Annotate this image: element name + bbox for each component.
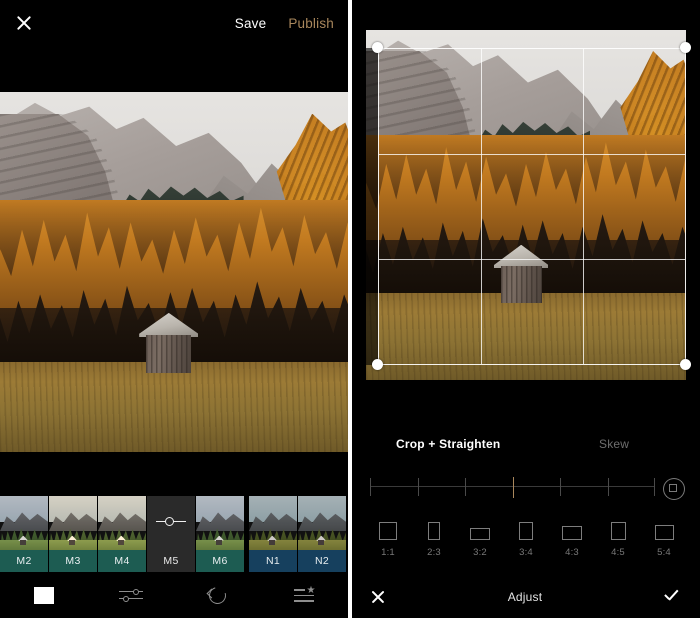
aspect-ratio-4-5[interactable]: 4:5 bbox=[598, 522, 638, 558]
ratio-box-icon bbox=[655, 525, 674, 540]
barn-roof bbox=[494, 245, 548, 269]
ruler-tick bbox=[370, 478, 371, 496]
slider-icon[interactable] bbox=[156, 517, 186, 527]
barn bbox=[139, 315, 198, 373]
list-star-icon: ★ bbox=[294, 587, 316, 603]
crop-photo[interactable] bbox=[366, 30, 686, 380]
ruler-tick bbox=[465, 478, 466, 496]
aspect-ratio-4-3[interactable]: 4:3 bbox=[552, 522, 592, 558]
filter-thumb-m6[interactable]: M6 bbox=[196, 496, 244, 572]
tab-skew[interactable]: Skew bbox=[599, 437, 629, 451]
top-bar: Save Publish bbox=[0, 0, 348, 46]
rotate-flip-icon[interactable] bbox=[662, 477, 684, 499]
bottom-toolbar: ★ bbox=[0, 572, 348, 618]
ratio-box-icon bbox=[428, 522, 440, 540]
aspect-ratio-3-2[interactable]: 3:2 bbox=[460, 522, 500, 558]
crop-bottom-bar: Adjust bbox=[352, 576, 700, 618]
undo-circle-icon bbox=[207, 585, 228, 606]
meadow-texture bbox=[0, 362, 348, 452]
ratio-label: 4:3 bbox=[565, 547, 579, 558]
filter-filmstrip[interactable]: M2 M3 M4 M5 bbox=[0, 496, 348, 572]
filter-thumb-label: M3 bbox=[49, 550, 97, 572]
filter-thumb-label: M5 bbox=[147, 550, 195, 572]
ratio-box-icon bbox=[519, 522, 533, 540]
ratio-label: 4:5 bbox=[611, 547, 625, 558]
crop-handle-top-left[interactable] bbox=[372, 42, 383, 53]
aspect-ratio-2-3[interactable]: 2:3 bbox=[414, 522, 454, 558]
ruler-tick bbox=[418, 478, 419, 496]
filter-thumb-label: M4 bbox=[98, 550, 146, 572]
close-icon[interactable] bbox=[14, 13, 34, 33]
filter-thumb-m4[interactable]: M4 bbox=[98, 496, 146, 572]
filter-thumb-label: M2 bbox=[0, 550, 48, 572]
filter-thumb-n1[interactable]: N1 bbox=[249, 496, 297, 572]
filter-thumb-label: M6 bbox=[196, 550, 244, 572]
crop-handle-bottom-right[interactable] bbox=[680, 359, 691, 370]
filter-thumb-n2[interactable]: N2 bbox=[298, 496, 346, 572]
filled-square-icon bbox=[34, 587, 54, 604]
cancel-button[interactable] bbox=[370, 589, 386, 605]
left-screen: Save Publish bbox=[0, 0, 348, 618]
ratio-label: 3:4 bbox=[519, 547, 533, 558]
ratio-label: 1:1 bbox=[381, 547, 395, 558]
tab-crop-straighten[interactable]: Crop + Straighten bbox=[396, 437, 500, 451]
save-button[interactable]: Save bbox=[235, 16, 267, 31]
barn bbox=[494, 247, 548, 303]
filter-thumb-label: N1 bbox=[249, 550, 297, 572]
crop-handle-bottom-left[interactable] bbox=[372, 359, 383, 370]
ratio-box-icon bbox=[562, 526, 582, 540]
panel-title: Adjust bbox=[508, 590, 543, 604]
aspect-ratio-3-4[interactable]: 3:4 bbox=[506, 522, 546, 558]
dual-screenshot-container: Save Publish bbox=[0, 0, 700, 618]
toolbar-favorites-button[interactable]: ★ bbox=[261, 572, 348, 618]
barn-roof bbox=[139, 313, 198, 337]
crop-stage[interactable] bbox=[352, 0, 700, 418]
aspect-ratio-5-4[interactable]: 5:4 bbox=[644, 522, 684, 558]
crop-handle-top-right[interactable] bbox=[680, 42, 691, 53]
publish-button[interactable]: Publish bbox=[288, 16, 334, 31]
barn-body bbox=[146, 335, 191, 373]
crop-dim-overlay bbox=[366, 48, 378, 365]
photo-scene bbox=[366, 30, 686, 380]
toolbar-presets-button[interactable] bbox=[0, 572, 87, 618]
aspect-ratio-1-1[interactable]: 1:1 bbox=[368, 522, 408, 558]
filter-thumb-m5-selected[interactable]: M5 bbox=[147, 496, 195, 572]
right-screen: Crop + Straighten Skew 1:1 bbox=[352, 0, 700, 618]
photo-scene bbox=[0, 92, 348, 452]
barn-body bbox=[501, 266, 542, 303]
confirm-button[interactable] bbox=[664, 589, 682, 605]
toolbar-adjust-button[interactable] bbox=[87, 572, 174, 618]
ratio-box-icon bbox=[470, 528, 490, 540]
ratio-box-icon bbox=[611, 522, 626, 540]
photo-preview[interactable] bbox=[0, 92, 348, 452]
ruler-tick bbox=[608, 478, 609, 496]
ratio-label: 5:4 bbox=[657, 547, 671, 558]
sliders-icon bbox=[119, 587, 143, 603]
crop-mode-tabs: Crop + Straighten Skew bbox=[352, 426, 700, 462]
ruler-tick bbox=[654, 478, 655, 496]
topbar-actions: Save Publish bbox=[235, 0, 334, 46]
ratio-label: 2:3 bbox=[427, 547, 441, 558]
ruler-tick-center bbox=[513, 477, 515, 498]
toolbar-history-button[interactable] bbox=[174, 572, 261, 618]
ratio-box-icon bbox=[379, 522, 397, 540]
aspect-ratio-list: 1:1 2:3 3:2 3:4 4:3 4:5 bbox=[352, 522, 700, 572]
filter-thumb-m2[interactable]: M2 bbox=[0, 496, 48, 572]
filter-thumb-label: N2 bbox=[298, 550, 346, 572]
ratio-label: 3:2 bbox=[473, 547, 487, 558]
filter-thumb-m3[interactable]: M3 bbox=[49, 496, 97, 572]
ruler-tick bbox=[560, 478, 561, 496]
straighten-slider[interactable] bbox=[352, 470, 700, 510]
meadow-texture bbox=[366, 293, 686, 381]
straighten-ruler[interactable] bbox=[370, 486, 655, 487]
